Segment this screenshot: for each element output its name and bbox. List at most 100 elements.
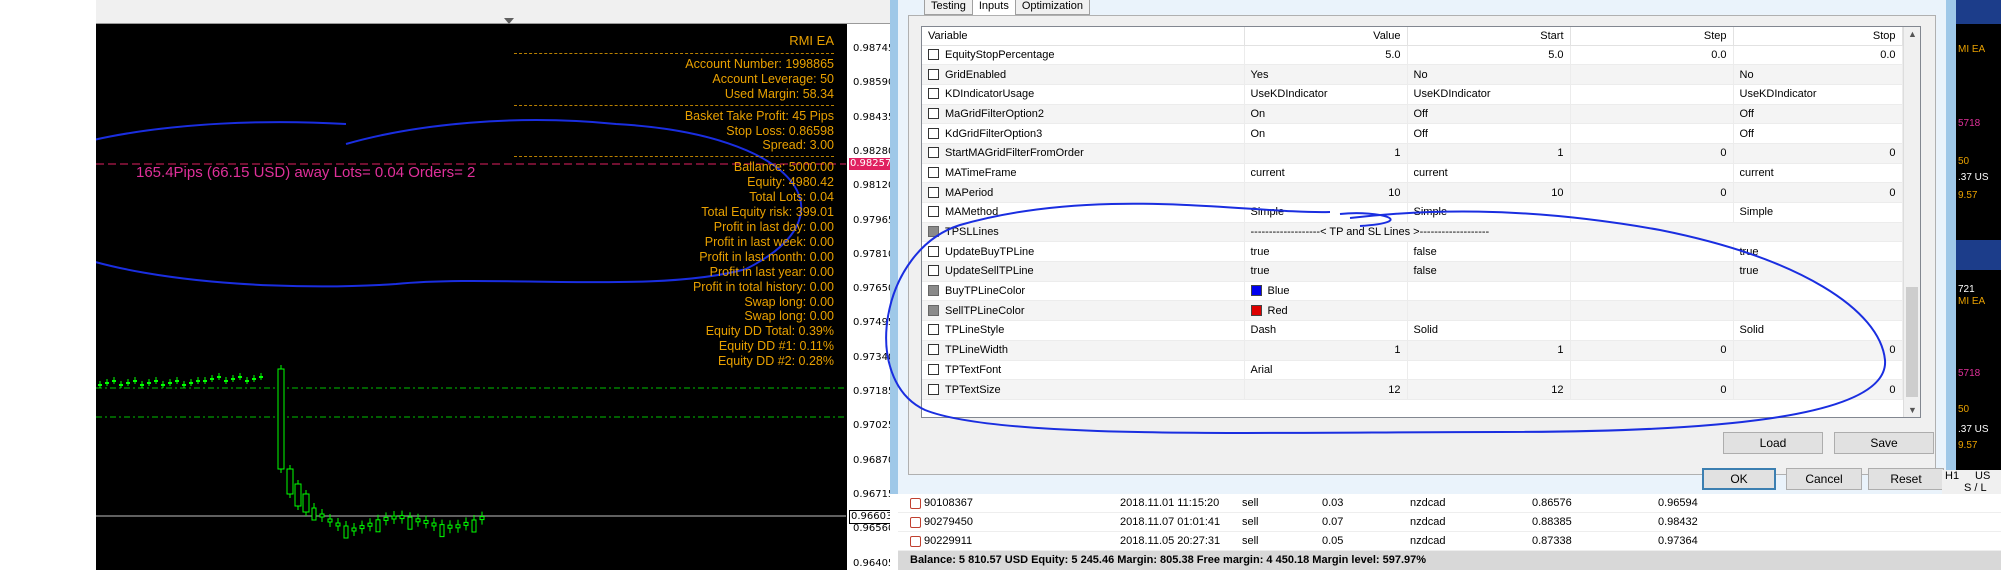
table-row[interactable]: MATimeFrame current current current [922, 163, 1903, 184]
variable-cell[interactable]: SellTPLineColor [922, 300, 1245, 322]
value-cell[interactable]: 1 [1244, 143, 1408, 164]
optimize-checkbox[interactable] [928, 88, 939, 100]
table-row[interactable]: UpdateSellTPLine true false true [922, 261, 1903, 282]
scroll-up-icon[interactable]: ▲ [1908, 29, 1917, 39]
col-variable[interactable]: Variable [922, 27, 1245, 46]
optimize-checkbox[interactable] [928, 206, 939, 218]
variable-cell[interactable]: MaGridFilterOption2 [922, 104, 1245, 125]
start-cell[interactable]: Off [1407, 123, 1571, 144]
step-cell[interactable]: 0 [1570, 379, 1734, 400]
value-cell[interactable]: Arial [1244, 360, 1408, 381]
value-cell[interactable]: Red [1244, 300, 1408, 322]
col-stop[interactable]: Stop [1733, 27, 1903, 46]
table-row[interactable]: KDIndicatorUsage UseKDIndicator UseKDIndic… [922, 84, 1903, 105]
optimize-checkbox[interactable] [928, 383, 939, 395]
value-cell[interactable]: true [1244, 261, 1408, 282]
table-row[interactable]: BuyTPLineColor Blue [922, 281, 1903, 302]
variable-cell[interactable]: MAMethod [922, 202, 1245, 223]
start-cell[interactable]: 10 [1407, 182, 1571, 203]
start-cell[interactable] [1407, 300, 1571, 322]
cancel-button[interactable]: Cancel [1786, 468, 1862, 490]
value-cell[interactable]: Blue [1244, 281, 1408, 302]
table-row[interactable]: TPSLLines -------------------< TP and SL … [922, 222, 1903, 243]
optimize-checkbox[interactable] [928, 127, 939, 139]
optimize-checkbox[interactable] [928, 107, 939, 119]
variable-cell[interactable]: StartMAGridFilterFromOrder [922, 143, 1245, 164]
optimize-checkbox[interactable] [928, 304, 939, 316]
optimize-checkbox[interactable] [928, 363, 939, 375]
step-cell[interactable] [1570, 64, 1734, 85]
step-cell[interactable]: 0 [1570, 182, 1734, 203]
table-row[interactable]: MAPeriod 10 10 0 0 [922, 182, 1903, 203]
start-cell[interactable]: Off [1407, 104, 1571, 125]
col-start[interactable]: Start [1407, 27, 1571, 46]
variable-cell[interactable]: EquityStopPercentage [922, 45, 1245, 66]
reset-button[interactable]: Reset [1868, 468, 1944, 490]
value-cell[interactable]: 10 [1244, 182, 1408, 203]
stop-cell[interactable]: current [1733, 163, 1903, 184]
table-row[interactable]: SellTPLineColor Red [922, 300, 1903, 322]
stop-cell[interactable]: 0 [1733, 182, 1903, 203]
step-cell[interactable] [1570, 360, 1734, 381]
start-cell[interactable]: UseKDIndicator [1407, 84, 1571, 105]
start-cell[interactable]: current [1407, 163, 1571, 184]
optimize-checkbox[interactable] [928, 186, 939, 198]
variable-cell[interactable]: TPLineStyle [922, 320, 1245, 341]
step-cell[interactable] [1570, 104, 1734, 125]
table-row[interactable]: MaGridFilterOption2 On Off Off [922, 104, 1903, 125]
start-cell[interactable]: Simple [1407, 202, 1571, 223]
variable-cell[interactable]: KDIndicatorUsage [922, 84, 1245, 105]
load-button[interactable]: Load [1723, 432, 1823, 454]
value-cell[interactable]: Simple [1244, 202, 1408, 223]
optimize-checkbox[interactable] [928, 245, 939, 257]
variable-cell[interactable]: TPLineWidth [922, 340, 1245, 361]
stop-cell[interactable] [1733, 300, 1903, 322]
variable-cell[interactable]: TPTextSize [922, 379, 1245, 400]
order-row[interactable]: 90108367 2018.11.01 11:15:20 sell 0.03 nzdca… [898, 494, 2001, 513]
table-row[interactable]: UpdateBuyTPLine true false true [922, 241, 1903, 263]
step-cell[interactable]: 0 [1570, 143, 1734, 164]
step-cell[interactable] [1570, 320, 1734, 341]
optimize-checkbox[interactable] [928, 285, 939, 297]
value-cell[interactable]: true [1244, 241, 1408, 263]
value-cell[interactable]: 1 [1244, 340, 1408, 361]
stop-cell[interactable] [1733, 360, 1903, 381]
value-cell[interactable]: UseKDIndicator [1244, 84, 1408, 105]
start-cell[interactable] [1407, 281, 1571, 302]
stop-cell[interactable]: 0 [1733, 340, 1903, 361]
value-cell[interactable]: 5.0 [1244, 45, 1408, 66]
step-cell[interactable]: 0.0 [1570, 45, 1734, 66]
optimize-checkbox[interactable] [928, 344, 939, 356]
value-cell[interactable]: On [1244, 104, 1408, 125]
optimize-checkbox[interactable] [928, 166, 939, 178]
variable-cell[interactable]: TPSLLines [922, 222, 1245, 243]
start-cell[interactable] [1407, 360, 1571, 381]
variable-cell[interactable]: BuyTPLineColor [922, 281, 1245, 302]
variable-cell[interactable]: KdGridFilterOption3 [922, 123, 1245, 144]
stop-cell[interactable]: 0 [1733, 379, 1903, 400]
tab-h1[interactable]: H1 [1945, 470, 1959, 482]
variable-cell[interactable]: TPTextFont [922, 360, 1245, 381]
col-step[interactable]: Step [1570, 27, 1734, 46]
start-cell[interactable]: 12 [1407, 379, 1571, 400]
price-chart[interactable]: 165.4Pips (66.15 USD) away Lots= 0.04 Or… [96, 24, 846, 570]
table-row[interactable]: TPLineWidth 1 1 0 0 [922, 340, 1903, 361]
tab-testing[interactable]: Testing [924, 0, 973, 15]
value-cell[interactable]: current [1244, 163, 1408, 184]
col-sl[interactable]: S / L [1964, 482, 1987, 494]
optimize-checkbox[interactable] [928, 68, 939, 80]
stop-cell[interactable]: Off [1733, 104, 1903, 125]
optimize-checkbox[interactable] [928, 147, 939, 159]
step-cell[interactable] [1570, 84, 1734, 105]
value-cell[interactable]: Dash [1244, 320, 1408, 341]
table-row[interactable]: MAMethod Simple Simple Simple [922, 202, 1903, 223]
stop-cell[interactable]: true [1733, 241, 1903, 263]
optimize-checkbox[interactable] [928, 226, 939, 238]
step-cell[interactable] [1570, 163, 1734, 184]
variable-cell[interactable]: UpdateSellTPLine [922, 261, 1245, 282]
variable-cell[interactable]: MAPeriod [922, 182, 1245, 203]
stop-cell[interactable]: 0 [1733, 143, 1903, 164]
stop-cell[interactable]: No [1733, 64, 1903, 85]
table-row[interactable]: TPTextSize 12 12 0 0 [922, 379, 1903, 400]
optimize-checkbox[interactable] [928, 324, 939, 336]
